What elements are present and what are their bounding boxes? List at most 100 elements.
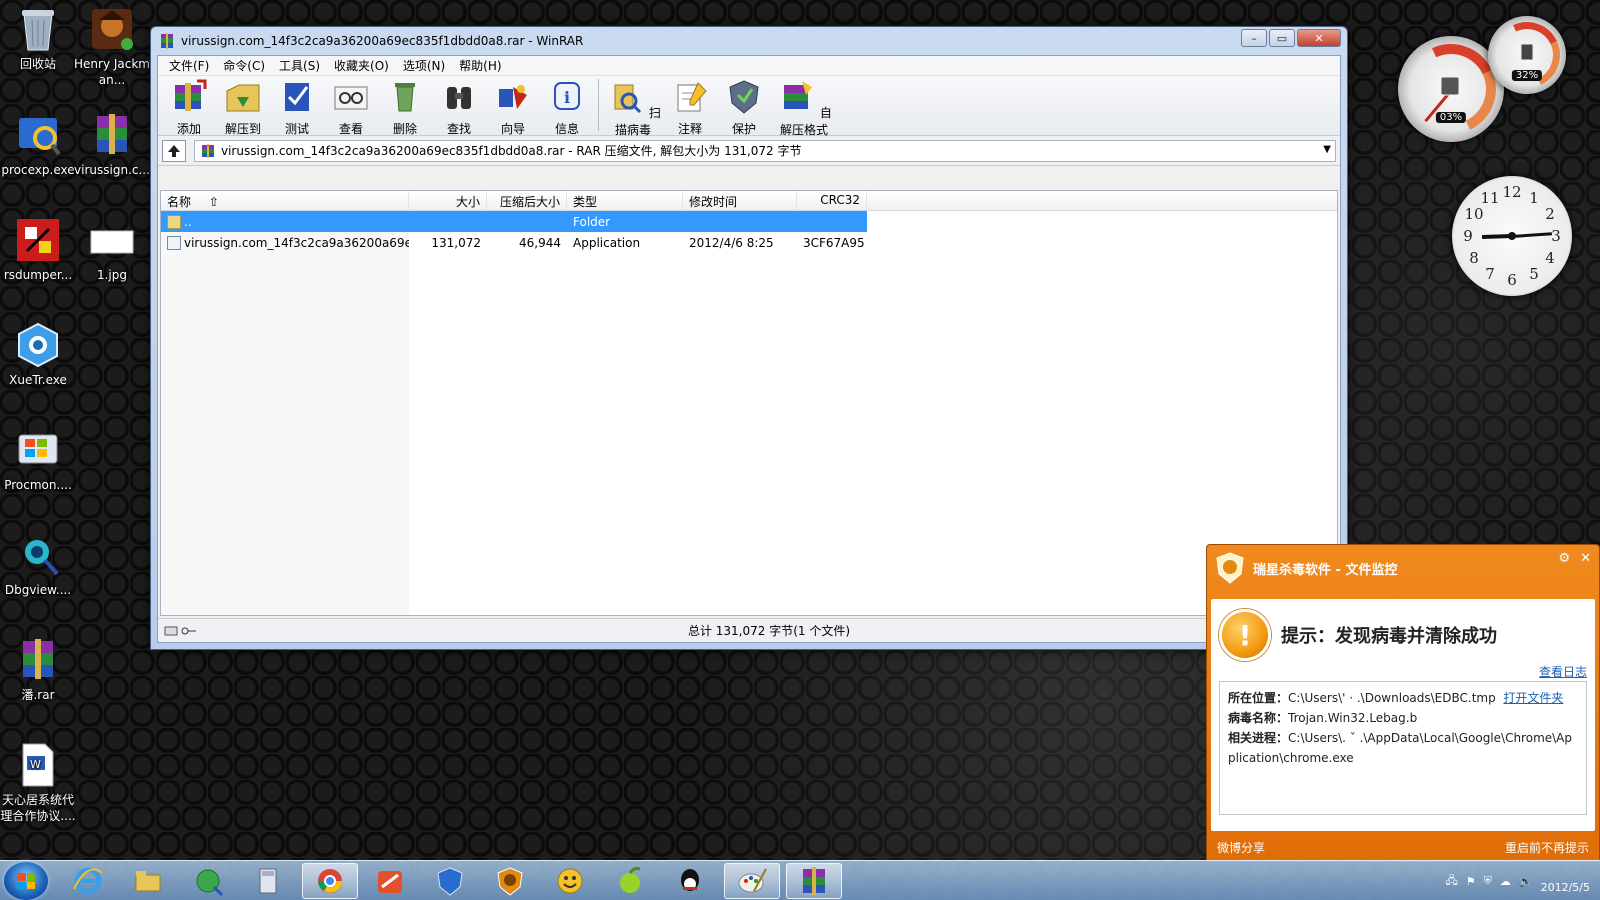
internet-explorer-icon	[73, 867, 103, 895]
desktop-icon-procexp[interactable]: procexp.exe	[0, 112, 76, 178]
open-folder-link[interactable]: 打开文件夹	[1503, 691, 1563, 705]
desktop-icon-procmon[interactable]: Procmon....	[0, 427, 76, 493]
cloud-tray-icon[interactable]: ☁	[1500, 875, 1511, 888]
clock-minute-hand	[1511, 232, 1553, 238]
toolbar-add-button[interactable]: 添加	[162, 79, 216, 137]
taskbar-qq[interactable]	[662, 863, 718, 899]
taskbar-green-app[interactable]	[602, 863, 658, 899]
archive-path-text: virussign.com_14f3c2ca9a36200a69ec835f1d…	[221, 144, 802, 158]
status-icons	[158, 625, 198, 637]
desktop-icon-1-jpg[interactable]: 1.jpg	[74, 217, 150, 283]
toolbar-wizard-button[interactable]: 向导	[486, 79, 540, 137]
cpu-chip-icon	[1440, 76, 1460, 96]
location-value: C:\Users\' · .\Downloads\EDBC.tmp	[1288, 691, 1496, 705]
clock-numeral-8: 8	[1469, 249, 1479, 267]
desktop-icon-dbgview[interactable]: Dbgview....	[0, 532, 76, 598]
taskbar-smiley-app[interactable]	[542, 863, 598, 899]
toolbar-info-button[interactable]: i 信息	[540, 79, 594, 137]
paint-icon	[738, 868, 767, 893]
desktop-icon-label: XueTr.exe	[9, 373, 67, 387]
memory-percent: 32%	[1511, 70, 1543, 81]
desktop-icon-label: 回收站	[19, 57, 56, 71]
taskbar-internet-explorer[interactable]	[60, 863, 116, 899]
toolbar-protect-button[interactable]: 保护	[717, 79, 771, 137]
column-header-size[interactable]: 大小	[409, 191, 487, 210]
toolbar-sfx-button[interactable]: 自解压格式	[771, 79, 837, 138]
toolbar-comment-button[interactable]: 注释	[663, 79, 717, 137]
minimize-button[interactable]: –	[1241, 29, 1267, 47]
up-folder-button[interactable]	[162, 139, 186, 162]
desktop-icon-label: procexp.exe	[1, 163, 75, 177]
toolbar-extract-button[interactable]: 解压到	[216, 79, 270, 137]
music-album-icon	[89, 6, 135, 52]
menu-favorites[interactable]: 收藏夹(O)	[327, 57, 396, 74]
desktop-icon-recycle-bin[interactable]: 回收站	[0, 6, 76, 72]
volume-tray-icon[interactable]: 🔈	[1519, 875, 1533, 888]
archive-path-combo[interactable]: virussign.com_14f3c2ca9a36200a69ec835f1d…	[194, 139, 1336, 162]
taskbar-chrome[interactable]	[302, 863, 358, 899]
taskbar-file-explorer[interactable]	[120, 863, 176, 899]
menu-tools[interactable]: 工具(S)	[272, 57, 327, 74]
chrome-icon	[318, 869, 342, 893]
notification-header: 瑞星杀毒软件 - 文件监控	[1207, 545, 1599, 591]
calculator-icon	[259, 868, 277, 894]
view-log-link[interactable]: 查看日志	[1539, 663, 1587, 680]
taskbar-network-globe[interactable]	[180, 863, 236, 899]
clock-gadget[interactable]: 12 1 2 3 4 5 6 7 8 9 10 11	[1452, 176, 1572, 296]
action-center-flag-icon[interactable]: ⚑	[1466, 875, 1476, 888]
desktop-icon-virussign-rar[interactable]: virussign.c...	[74, 112, 150, 178]
menu-file[interactable]: 文件(F)	[162, 57, 216, 74]
close-icon[interactable]: ✕	[1580, 551, 1591, 566]
column-header-packed[interactable]: 压缩后大小	[487, 191, 567, 210]
column-header-crc[interactable]: CRC32	[797, 191, 867, 210]
column-header-name[interactable]: 名称 ⇧	[161, 191, 409, 210]
desktop-icon-rsdumper[interactable]: rsdumper...	[0, 217, 76, 283]
desktop-icon-pan-rar[interactable]: 潘.rar	[0, 637, 76, 703]
menu-help[interactable]: 帮助(H)	[452, 57, 508, 74]
title-bar[interactable]: virussign.com_14f3c2ca9a36200a69ec835f1d…	[151, 27, 1347, 55]
add-archive-icon	[175, 79, 207, 111]
taskbar-rising-firewall[interactable]	[422, 863, 478, 899]
no-remind-link[interactable]: 重启前不再提示	[1505, 839, 1589, 856]
restore-button[interactable]: ▭	[1269, 29, 1295, 47]
taskbar-calculator[interactable]	[240, 863, 296, 899]
toolbar-delete-button[interactable]: 删除	[378, 79, 432, 137]
desktop-icon-agreement-doc[interactable]: W 天心居系统代理合作协议....	[0, 742, 76, 824]
table-row-file[interactable]: virussign.com_14f3c2ca9a36200a69ec... 13…	[161, 232, 1337, 253]
close-button[interactable]: ✕	[1297, 29, 1341, 47]
taskbar-winrar[interactable]	[786, 863, 842, 899]
column-header-type[interactable]: 类型	[567, 191, 683, 210]
desktop-icon-henry-jackman[interactable]: Henry Jackman...	[74, 6, 150, 88]
toolbar-view-button[interactable]: 查看	[324, 79, 378, 137]
toolbar-test-button[interactable]: 测试	[270, 79, 324, 137]
menu-commands[interactable]: 命令(C)	[216, 57, 272, 74]
toolbar-virus-scan-button[interactable]: 扫描病毒	[603, 79, 663, 138]
toolbar-test-label: 测试	[284, 122, 309, 136]
extract-icon	[226, 84, 260, 112]
clock-numeral-10: 10	[1464, 205, 1484, 223]
memory-meter-gadget[interactable]: 32%	[1484, 12, 1570, 98]
chevron-down-icon[interactable]: ▼	[1323, 144, 1331, 155]
column-header-modified[interactable]: 修改时间	[683, 191, 797, 210]
application-file-icon	[167, 235, 181, 250]
window-title: virussign.com_14f3c2ca9a36200a69ec835f1d…	[181, 34, 584, 48]
word-document-icon: W	[15, 742, 61, 788]
file-list[interactable]: 名称 ⇧ 大小 压缩后大小 类型 修改时间 CRC32 .. Folder vi…	[160, 190, 1338, 616]
settings-gear-icon[interactable]: ⚙	[1558, 551, 1570, 566]
column-headers: 名称 ⇧ 大小 压缩后大小 类型 修改时间 CRC32	[161, 191, 1337, 211]
toolbar-wizard-label: 向导	[500, 122, 525, 136]
table-row-parent-folder[interactable]: .. Folder	[161, 211, 867, 232]
toolbar-find-button[interactable]: 查找	[432, 79, 486, 137]
weibo-share-link[interactable]: 微博分享	[1217, 839, 1265, 856]
security-tray-icon[interactable]: ⛨	[1484, 874, 1492, 888]
start-button[interactable]	[4, 862, 48, 900]
network-tray-icon[interactable]: 🖧	[1446, 872, 1458, 891]
menu-options[interactable]: 选项(N)	[396, 57, 452, 74]
tray-clock[interactable]: 2012/5/5	[1541, 867, 1590, 895]
desktop-icon-xuetr[interactable]: XueTr.exe	[0, 322, 76, 388]
tray-time-obscured	[1541, 867, 1590, 881]
taskbar-paint[interactable]	[724, 863, 780, 899]
desktop-icon-label: 天心居系统代理合作协议....	[0, 793, 76, 823]
taskbar-red-app[interactable]	[362, 863, 418, 899]
taskbar-rising-antivirus[interactable]	[482, 863, 538, 899]
